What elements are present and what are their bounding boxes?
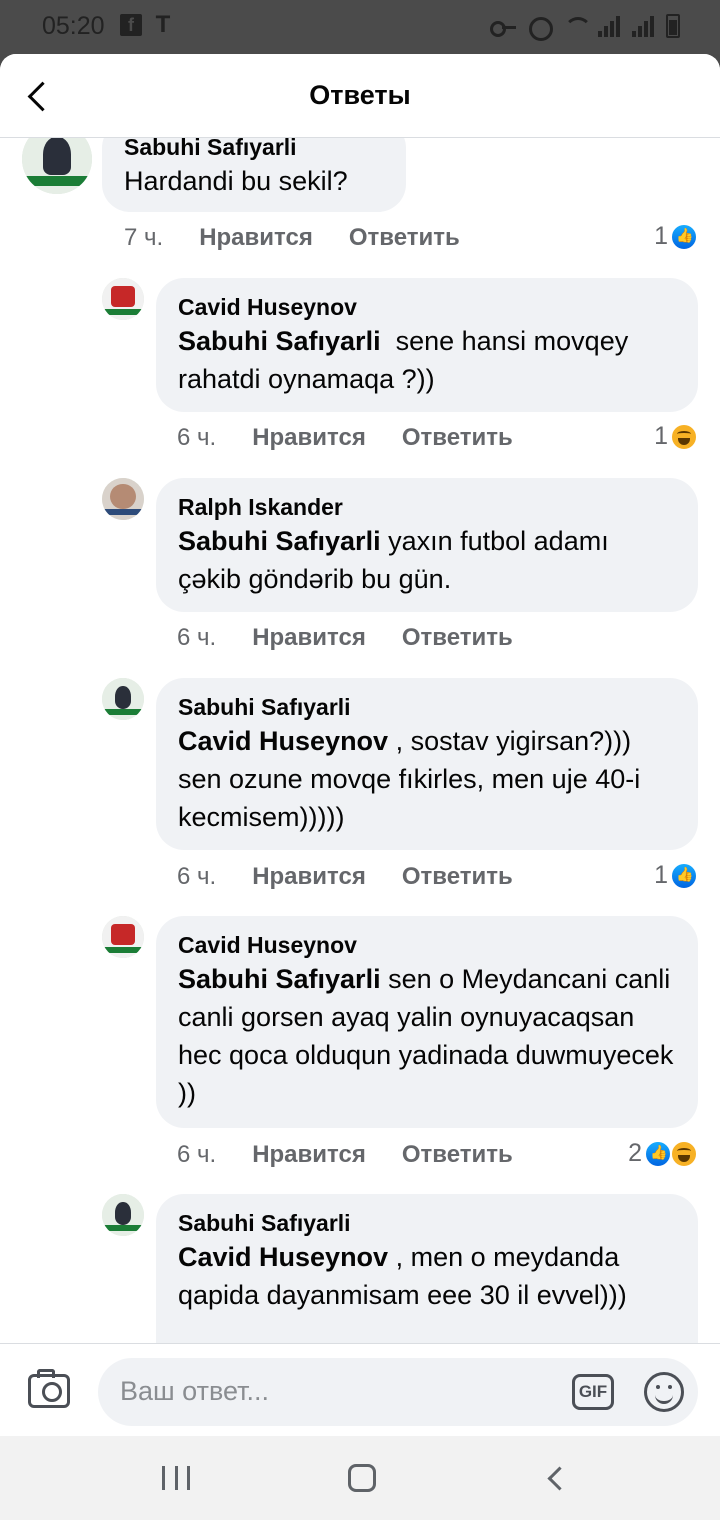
camera-icon[interactable] xyxy=(28,1369,70,1408)
t-icon: T xyxy=(155,11,171,38)
avatar[interactable] xyxy=(102,916,144,958)
wifi-icon xyxy=(562,15,592,37)
like-button[interactable]: Нравится xyxy=(252,424,366,452)
comment-body: Hardandi bu sekil? xyxy=(124,166,348,196)
comment-time: 6 ч. xyxy=(177,624,217,651)
avatar[interactable] xyxy=(102,678,144,720)
status-right-icons xyxy=(490,14,680,41)
haha-reaction-icon xyxy=(670,1139,698,1168)
comment-author[interactable]: Cavid Huseynov xyxy=(178,292,676,322)
reaction-summary[interactable]: 1 xyxy=(654,422,698,451)
like-button[interactable]: Нравится xyxy=(199,224,313,252)
comment-author[interactable]: Sabuhi Safıyarli xyxy=(178,1208,676,1238)
status-left-icons: f T xyxy=(120,11,174,38)
vpn-key-icon xyxy=(490,15,516,37)
gif-button[interactable]: GIF xyxy=(572,1374,614,1410)
comment-time: 7 ч. xyxy=(124,224,164,251)
reaction-count: 1 xyxy=(654,222,668,250)
like-button[interactable]: Нравится xyxy=(252,1141,366,1169)
reply-button[interactable]: Ответить xyxy=(402,1141,513,1169)
back-icon[interactable] xyxy=(544,1466,568,1490)
mention-link[interactable]: Sabuhi Safıyarli xyxy=(178,964,381,994)
avatar[interactable] xyxy=(102,278,144,320)
comment-actions: 6 ч. Нравится Ответить xyxy=(177,863,549,891)
comment-time: 6 ч. xyxy=(177,863,217,890)
mention-link[interactable]: Sabuhi Safıyarli xyxy=(178,526,381,556)
comment-actions: 6 ч. Нравится Ответить xyxy=(177,424,549,452)
reply-input[interactable]: Ваш ответ... GIF xyxy=(98,1358,698,1426)
reply-button[interactable]: Ответить xyxy=(402,863,513,891)
reaction-count: 1 xyxy=(654,422,668,450)
comment-bubble[interactable]: Sabuhi Safıyarli Hardandi bu sekil? xyxy=(102,138,406,212)
comment-time: 6 ч. xyxy=(177,1141,217,1168)
comment-bubble[interactable]: Sabuhi Safıyarli Cavid Huseynov , sostav… xyxy=(156,678,698,850)
reaction-count: 2 xyxy=(628,1139,642,1167)
like-button[interactable]: Нравится xyxy=(252,624,366,652)
comment-author[interactable]: Ralph Iskander xyxy=(178,492,676,522)
signal-icon xyxy=(598,15,622,37)
comment-actions: 7 ч. Нравится Ответить xyxy=(124,224,496,252)
comment-author[interactable]: Sabuhi Safıyarli xyxy=(124,138,384,162)
header: Ответы xyxy=(0,54,720,138)
mention-link[interactable]: Sabuhi Safıyarli xyxy=(178,326,381,356)
page-title: Ответы xyxy=(309,80,411,110)
home-icon[interactable] xyxy=(348,1464,376,1492)
comment-text: Sabuhi Safıyarli yaxın futbol adamı çəki… xyxy=(178,522,676,598)
signal-icon xyxy=(632,15,656,37)
reply-button[interactable]: Ответить xyxy=(402,424,513,452)
comment-time: 6 ч. xyxy=(177,424,217,451)
emoji-icon[interactable] xyxy=(644,1372,684,1412)
like-reaction-icon xyxy=(670,222,698,251)
status-bar: 05:20 f T xyxy=(0,0,720,54)
battery-icon xyxy=(666,14,680,38)
replies-thread[interactable]: Sabuhi Safıyarli Hardandi bu sekil? 7 ч.… xyxy=(0,138,720,1343)
comment-text: Sabuhi Safıyarli sen o Meydancani canli … xyxy=(178,960,676,1112)
comment-text: Hardandi bu sekil? xyxy=(124,162,384,200)
mention-link[interactable]: Cavid Huseynov xyxy=(178,726,388,756)
reply-composer: Ваш ответ... GIF xyxy=(0,1343,720,1436)
comment-author[interactable]: Sabuhi Safıyarli xyxy=(178,692,676,722)
reply-button[interactable]: Ответить xyxy=(349,224,460,252)
avatar[interactable] xyxy=(22,138,92,194)
system-nav-bar xyxy=(0,1436,720,1520)
comment-text: Cavid Huseynov , sostav yigirsan?))) sen… xyxy=(178,722,676,836)
mention-link[interactable]: Cavid Huseynov xyxy=(178,1242,388,1272)
recents-icon[interactable] xyxy=(162,1466,190,1490)
comment-author[interactable]: Cavid Huseynov xyxy=(178,930,676,960)
avatar[interactable] xyxy=(102,478,144,520)
like-reaction-icon xyxy=(644,1139,672,1168)
like-reaction-icon xyxy=(670,861,698,890)
comment-text: Sabuhi Safıyarli sene hansi movqey rahat… xyxy=(178,322,676,398)
reaction-count: 1 xyxy=(654,861,668,889)
comment-bubble[interactable]: Cavid Huseynov Sabuhi Safıyarli sene han… xyxy=(156,278,698,412)
comment-actions: 6 ч. Нравится Ответить xyxy=(177,1141,549,1169)
reaction-summary[interactable]: 1 xyxy=(654,222,698,251)
comment-bubble[interactable]: Sabuhi Safıyarli Cavid Huseynov , men o … xyxy=(156,1194,698,1343)
haha-reaction-icon xyxy=(670,422,698,451)
comment-text: Cavid Huseynov , men o meydanda qapida d… xyxy=(178,1238,676,1314)
avatar[interactable] xyxy=(102,1194,144,1236)
comment-bubble[interactable]: Ralph Iskander Sabuhi Safıyarli yaxın fu… xyxy=(156,478,698,612)
facebook-icon: f xyxy=(120,14,142,36)
status-time: 05:20 xyxy=(42,12,105,40)
app-window: Ответы Sabuhi Safıyarli Hardandi bu seki… xyxy=(0,54,720,1436)
comment-bubble[interactable]: Cavid Huseynov Sabuhi Safıyarli sen o Me… xyxy=(156,916,698,1128)
reaction-summary[interactable]: 1 xyxy=(654,861,698,890)
reply-placeholder[interactable]: Ваш ответ... xyxy=(120,1376,269,1407)
reaction-summary[interactable]: 2 xyxy=(628,1139,698,1168)
reply-button[interactable]: Ответить xyxy=(402,624,513,652)
like-button[interactable]: Нравится xyxy=(252,863,366,891)
comment-actions: 6 ч. Нравится Ответить xyxy=(177,624,549,652)
alarm-icon xyxy=(526,15,553,41)
